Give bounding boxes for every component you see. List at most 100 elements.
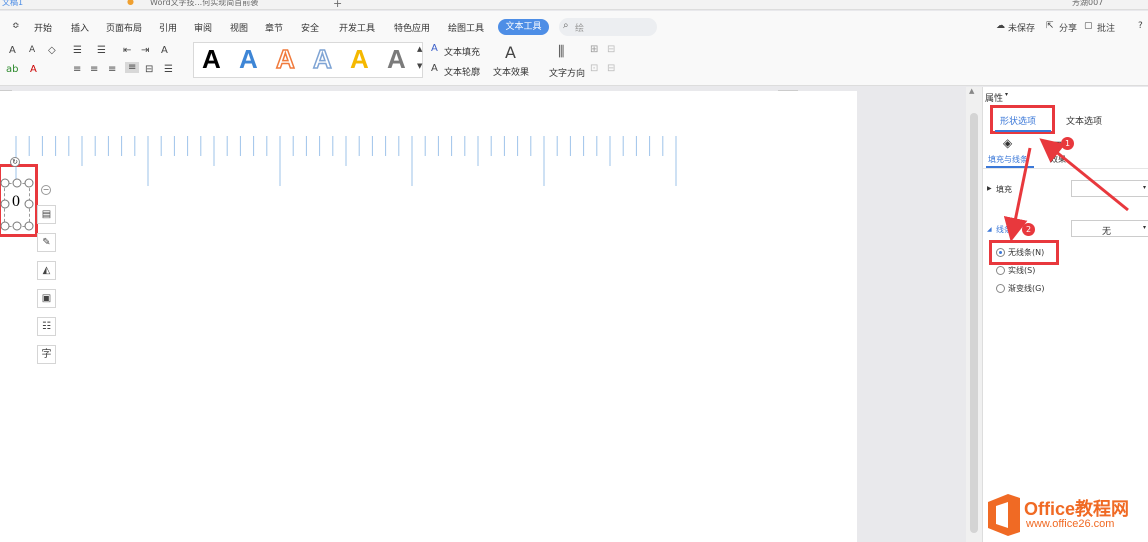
- tab-chapter[interactable]: 章节: [265, 21, 283, 34]
- border-icon[interactable]: ▣: [37, 289, 56, 308]
- bullet-list-icon[interactable]: ☰: [73, 45, 82, 56]
- resize-handles[interactable]: [0, 177, 40, 233]
- text-wrap-icon[interactable]: ☷: [37, 317, 56, 336]
- user-name[interactable]: 芳湖007: [1072, 0, 1103, 8]
- text-fill-button[interactable]: 文本填充: [444, 45, 480, 58]
- grow-font-icon[interactable]: A: [9, 45, 16, 56]
- tab-drawing-tools[interactable]: 绘图工具: [448, 21, 484, 34]
- site-logo: Office教程网 www.office26.com: [984, 492, 1144, 540]
- font-color-icon[interactable]: A: [30, 64, 37, 75]
- align-right-icon[interactable]: ≡: [108, 64, 116, 75]
- shrink-font-icon[interactable]: A: [29, 45, 35, 55]
- style-gray-icon[interactable]: A: [387, 44, 406, 75]
- align-text-icon[interactable]: ⊞: [590, 44, 598, 55]
- tab-security[interactable]: 安全: [301, 21, 319, 34]
- distribute-icon[interactable]: ⊟: [145, 64, 153, 75]
- text-direction-icon[interactable]: ⫼: [558, 44, 564, 60]
- outdent-icon[interactable]: ⇤: [123, 45, 131, 56]
- char-icon[interactable]: 字: [37, 345, 56, 364]
- chevron-down-icon: ▾: [1142, 224, 1146, 231]
- search-text: 绘: [575, 24, 585, 34]
- fill-bucket-icon[interactable]: ◈: [1003, 136, 1012, 150]
- menu-bar: ≎ 开始 插入 页面布局 引用 审阅 视图 章节 安全 开发工具 特色应用 绘图…: [0, 11, 1148, 42]
- search-input[interactable]: ⌕ 绘: [559, 18, 657, 36]
- tab-view[interactable]: 视图: [230, 21, 248, 34]
- option-solid-line[interactable]: 实线(S): [1008, 265, 1035, 276]
- tab-review[interactable]: 审阅: [194, 21, 212, 34]
- menu-toggle-icon[interactable]: ≎: [12, 21, 20, 31]
- rotate-handle-icon[interactable]: ↻: [10, 157, 20, 167]
- fill-expand-icon[interactable]: ▶: [987, 185, 992, 192]
- doc-tab-1[interactable]: 文稿1: [2, 0, 23, 8]
- scroll-up-icon[interactable]: ▲: [969, 87, 974, 95]
- tab-fill-line[interactable]: 填充与线条: [988, 154, 1028, 165]
- document-page[interactable]: 0 ↻ − ▤ ✎ ◭ ▣ ☷ 字: [0, 90, 857, 542]
- justify-icon[interactable]: ≡: [125, 62, 140, 73]
- pen-icon[interactable]: ✎: [37, 233, 56, 252]
- gallery-scroll-down-icon[interactable]: ▼: [417, 62, 422, 70]
- share-button[interactable]: 分享: [1059, 21, 1077, 34]
- numbered-list-icon[interactable]: ☰: [97, 45, 106, 56]
- panel-title-chevron-icon[interactable]: ▾: [1005, 91, 1008, 98]
- tab-special[interactable]: 特色应用: [394, 21, 430, 34]
- new-tab-icon[interactable]: +: [333, 0, 342, 9]
- divider: [983, 168, 1148, 169]
- highlight-color-icon[interactable]: ab: [6, 64, 18, 75]
- line-spacing-icon[interactable]: ☰: [164, 64, 173, 75]
- office-logo-icon: [988, 494, 1020, 536]
- text-outline-button[interactable]: 文本轮廓: [444, 65, 480, 78]
- text-effect-button[interactable]: 文本效果: [493, 65, 529, 78]
- help-button[interactable]: ?: [1138, 21, 1143, 31]
- text-effect-icon[interactable]: A: [505, 43, 516, 62]
- radio-gradient-line[interactable]: [996, 284, 1005, 293]
- line-expand-icon[interactable]: ◢: [987, 226, 992, 233]
- gallery-scroll-up-icon[interactable]: ▲: [417, 45, 422, 53]
- text-fill-icon[interactable]: A: [431, 43, 438, 54]
- text-outline-icon[interactable]: A: [431, 63, 438, 74]
- break-link-icon[interactable]: ⊡: [590, 63, 598, 74]
- tab-text-options[interactable]: 文本选项: [1066, 114, 1102, 127]
- clear-format-icon[interactable]: ◇: [48, 45, 56, 56]
- create-link-icon[interactable]: ⊟: [607, 44, 615, 55]
- indent-icon[interactable]: ⇥: [141, 45, 149, 56]
- collapse-icon[interactable]: −: [41, 185, 51, 195]
- align-left-icon[interactable]: ≡: [73, 64, 81, 75]
- tab-developer[interactable]: 开发工具: [339, 21, 375, 34]
- style-orange-outline-icon[interactable]: A: [275, 43, 295, 75]
- tab-page-layout[interactable]: 页面布局: [106, 21, 142, 34]
- style-blue-icon[interactable]: A: [239, 44, 258, 75]
- radio-no-line[interactable]: [996, 248, 1005, 257]
- scroll-thumb[interactable]: [970, 113, 978, 533]
- radio-solid-line[interactable]: [996, 266, 1005, 275]
- line-dropdown-value: 无: [1102, 227, 1112, 237]
- align-center-icon[interactable]: ≡: [90, 64, 98, 75]
- text-style-gallery[interactable]: A A A A A A: [193, 42, 423, 78]
- fill-dropdown[interactable]: ▾: [1071, 180, 1148, 197]
- style-yellow-icon[interactable]: A: [350, 44, 369, 75]
- tab-shape-options[interactable]: 形状选项: [1000, 114, 1036, 127]
- tab-references[interactable]: 引用: [159, 21, 177, 34]
- text-box-icon[interactable]: ⊟: [607, 63, 615, 74]
- tab-effect[interactable]: 效果: [1050, 154, 1066, 165]
- char-spacing-icon[interactable]: A: [161, 45, 168, 56]
- panel-title[interactable]: 属性: [985, 91, 1003, 104]
- layout-icon[interactable]: ▤: [37, 205, 56, 224]
- option-gradient-line[interactable]: 渐变线(G): [1008, 283, 1044, 294]
- comment-button[interactable]: 批注: [1097, 21, 1115, 34]
- line-dropdown[interactable]: 无 ▾: [1071, 220, 1148, 237]
- comment-icon[interactable]: ▢: [1084, 21, 1093, 31]
- tab-insert[interactable]: 插入: [71, 21, 89, 34]
- doc-tab-2[interactable]: Word文字技...何实现简首前袭: [150, 0, 258, 8]
- cloud-icon[interactable]: ☁: [996, 21, 1005, 31]
- panel-scrollbar[interactable]: ▲: [966, 87, 982, 542]
- text-direction-button[interactable]: 文字方向: [549, 66, 585, 79]
- share-icon[interactable]: ⇱: [1046, 21, 1054, 31]
- tab-home[interactable]: 开始: [34, 21, 52, 34]
- step-badge-2: 2: [1022, 223, 1035, 236]
- tab-text-tools[interactable]: 文本工具: [498, 19, 549, 35]
- style-black-icon[interactable]: A: [202, 44, 221, 75]
- option-no-line[interactable]: 无线条(N): [1008, 247, 1044, 258]
- fill-icon[interactable]: ◭: [37, 261, 56, 280]
- unsaved-button[interactable]: 未保存: [1008, 21, 1035, 34]
- style-blue-outline-icon[interactable]: A: [312, 43, 332, 75]
